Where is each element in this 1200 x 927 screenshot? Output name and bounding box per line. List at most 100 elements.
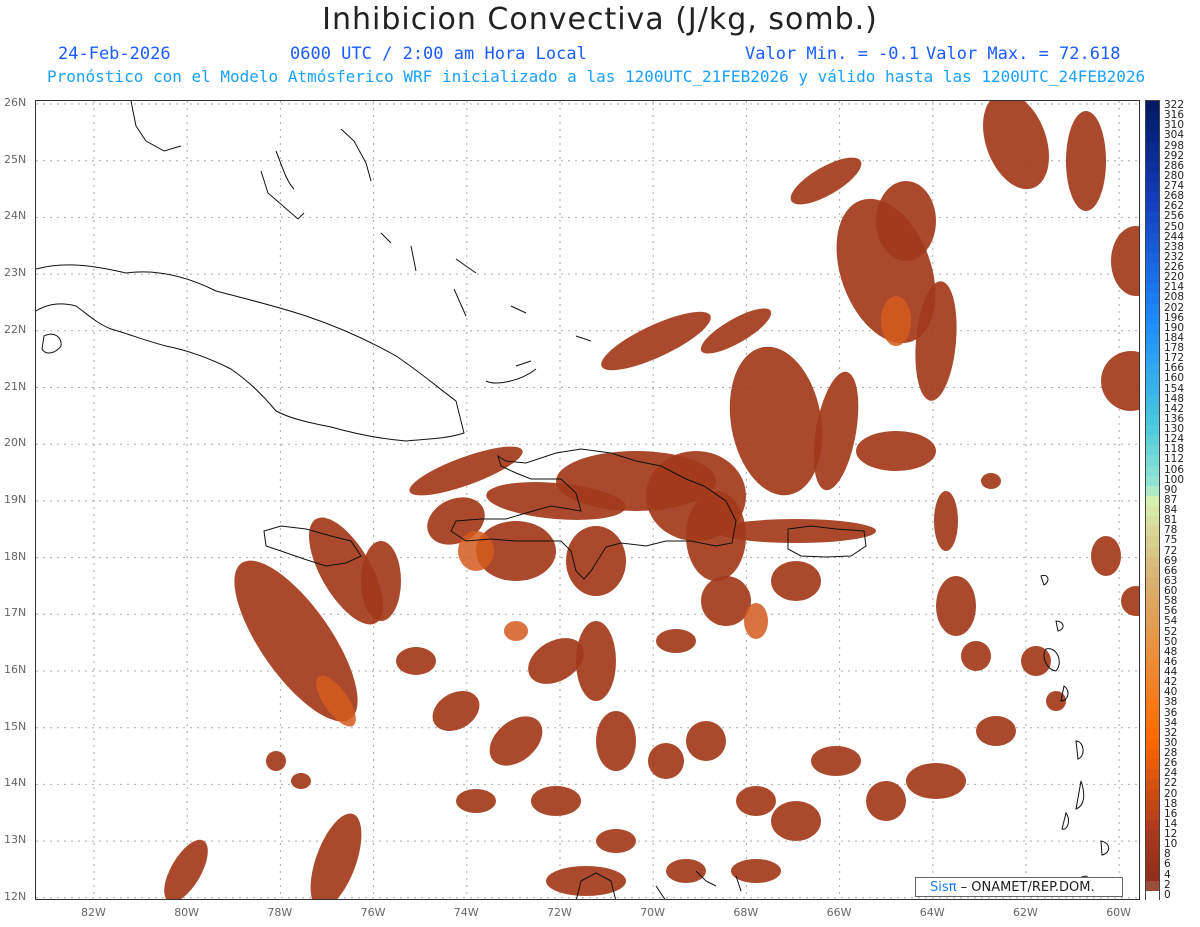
colorbar-swatch [1146,698,1159,710]
cin-highlight [504,621,528,641]
colorbar-swatch [1146,516,1159,527]
colorbar-swatch [1146,495,1159,507]
colorbar-swatch [1146,850,1159,861]
lon-label: 68W [733,906,759,919]
colorbar-swatch [1146,556,1159,568]
cin-area [1066,111,1106,211]
colorbar-swatch [1146,668,1159,679]
lat-label: 26N [4,96,27,109]
cin-area [266,751,286,771]
max-value: Valor Max. = 72.618 [926,44,1121,64]
colorbar-swatch [1146,870,1159,882]
colorbar-swatch [1146,273,1159,284]
lon-label: 60W [1106,906,1132,919]
colorbar-swatch [1146,425,1159,436]
isla-juventud-coastline [41,333,62,354]
lon-label: 74W [453,906,479,919]
colorbar-label: 38 [1164,696,1178,709]
cin-area [771,561,821,601]
lon-label: 82W [81,906,106,919]
colorbar-swatch [1146,192,1159,203]
colorbar-swatch [1146,860,1159,872]
cin-area [876,181,936,261]
cin-area [934,491,958,551]
cin-area [771,801,821,841]
colorbar-swatch [1146,485,1159,497]
cin-area [648,743,684,779]
lat-label: 12N [4,889,27,903]
colorbar-swatch [1146,779,1159,791]
colorbar-swatch [1146,637,1159,649]
colorbar-swatch [1146,546,1159,558]
colorbar-swatch [1146,890,1159,902]
map-panel [35,100,1140,900]
colorbar-swatch [1146,799,1159,811]
cin-area [811,746,861,776]
lat-label: 24N [4,209,27,223]
colorbar-swatch [1146,111,1159,122]
colorbar-label: 75 [1164,534,1178,547]
colorbar-swatch [1146,202,1159,213]
colorbar-swatch [1146,627,1159,639]
colorbar-swatch [1146,333,1159,345]
model-description: Pronóstico con el Modelo Atmósferico WRF… [47,67,1146,86]
cin-area [686,721,726,761]
colorbar-swatch [1146,293,1159,305]
colorbar-label: 54 [1164,615,1178,628]
cin-area [596,829,636,853]
colorbar-swatch [1146,728,1159,740]
cin-area [489,716,543,766]
colorbar-swatch [1146,587,1159,598]
colorbar-swatch [1146,182,1159,193]
cin-area [1111,226,1139,296]
cin-area [164,839,208,899]
lat-label: 14N [4,776,27,790]
colorbar-label: 0 [1164,888,1171,901]
colorbar-swatch [1146,607,1159,618]
cin-highlight [744,603,768,639]
colorbar-label: 22 [1164,777,1178,790]
colorbar-label: 112 [1164,453,1185,466]
lat-label: 13N [4,833,27,847]
map-canvas [36,101,1139,899]
cin-area [601,311,711,371]
cin-area [1021,646,1051,676]
cin-area [701,576,751,626]
cin-area [531,786,581,816]
colorbar-swatch [1146,212,1159,224]
colorbar-swatch [1146,597,1159,608]
colorbar-label: 160 [1164,372,1185,385]
cin-area [731,859,781,883]
cin-area [936,576,976,636]
lon-label: 76W [360,906,386,919]
colorbar-swatch [1146,688,1159,699]
cin-area [1121,586,1139,616]
colorbar-swatch [1146,465,1159,477]
colorbar [1145,100,1160,902]
colorbar-swatch [1146,404,1159,416]
colorbar-swatch [1146,840,1159,851]
colorbar-swatch [1146,678,1159,689]
map-title: Inhibicion Convectiva (J/kg, somb.) [322,2,878,37]
cin-area [361,541,401,621]
colorbar-swatch [1146,141,1159,153]
colorbar-swatch [1146,809,1159,821]
colorbar-swatch [1146,242,1159,254]
colorbar-swatch [1146,830,1159,841]
colorbar-label: 298 [1164,139,1185,152]
lat-label: 18N [4,549,27,563]
cin-area [983,101,1049,190]
colorbar-swatch [1146,151,1159,163]
colorbar-swatch [1146,455,1159,467]
colorbar-label: 6 [1164,858,1171,871]
lon-label: 72W [547,906,572,919]
lat-label: 21N [4,379,27,393]
colorbar-swatch [1146,880,1159,892]
colorbar-swatch [1146,394,1159,406]
colorbar-swatch [1146,536,1159,548]
lon-label: 62W [1013,906,1038,919]
colorbar-swatch [1146,445,1159,456]
bahamas-coastline [130,101,592,384]
lon-label: 70W [640,906,666,919]
cin-area [656,629,696,653]
